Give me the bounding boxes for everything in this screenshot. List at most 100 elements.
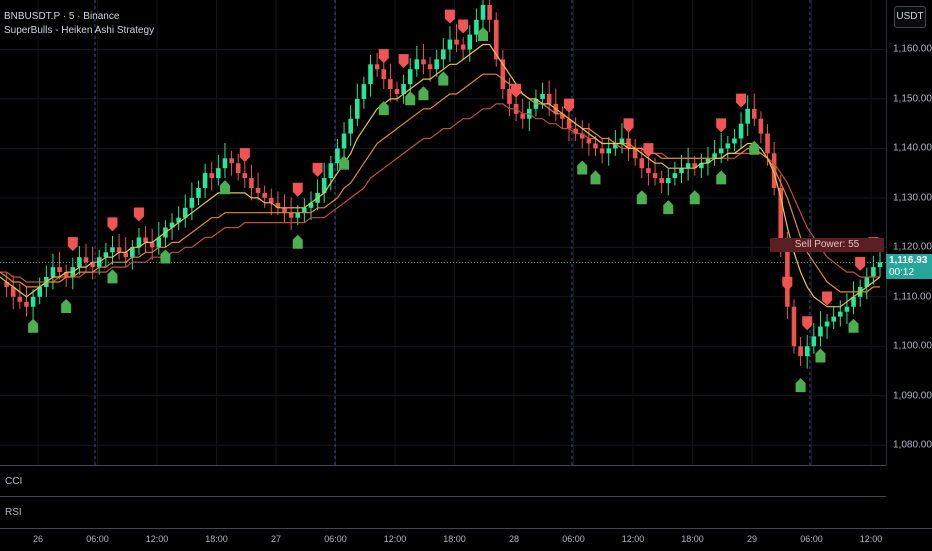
candle-body — [341, 133, 347, 149]
candle-body — [652, 173, 658, 179]
candle-body — [765, 133, 770, 154]
candle-body — [447, 39, 453, 50]
sell-signal-marker — [67, 237, 78, 252]
candle-body — [474, 19, 479, 35]
candle-body — [665, 178, 671, 184]
sell-signal-marker — [855, 256, 866, 271]
candle-body — [718, 148, 724, 154]
buy-signal-marker — [438, 71, 449, 86]
candle-body — [804, 346, 810, 357]
candle-body — [368, 64, 373, 85]
price-axis-label: 1,120.00 — [893, 241, 932, 253]
candle-body — [659, 178, 664, 184]
strategy-title[interactable]: SuperBulls - Heiken Ashi Strategy — [4, 24, 154, 38]
buy-signal-marker — [636, 190, 647, 205]
candle-body — [196, 187, 201, 198]
sell-signal-marker — [107, 217, 118, 232]
sell-signal-marker — [623, 118, 634, 133]
candle-body — [414, 59, 420, 70]
buy-signal-marker — [478, 26, 489, 41]
current-price-tag: 1,116.93 — [886, 254, 932, 267]
buy-signal-marker — [292, 234, 303, 249]
buy-signal-marker — [663, 200, 674, 215]
candle-body — [57, 267, 62, 273]
candle-body — [487, 4, 492, 20]
candle-body — [606, 148, 612, 154]
candle-body — [460, 44, 466, 50]
candle-body — [229, 158, 234, 164]
candle-body — [361, 84, 367, 99]
price-axis-label: 1,150.00 — [893, 93, 932, 105]
time-axis-label: 12:00 — [145, 534, 169, 544]
candle-body — [427, 64, 433, 70]
buy-signal-marker — [815, 348, 826, 363]
candle-body — [586, 138, 592, 144]
candle-body — [811, 336, 817, 347]
cci-pane[interactable]: CCI — [0, 465, 886, 497]
candle-body — [838, 311, 843, 317]
price-axis-label: 1,100.00 — [893, 340, 932, 352]
candle-body — [540, 93, 545, 99]
sell-signal-marker — [239, 148, 250, 163]
symbol-title[interactable]: BNBUSDT.P · 5 · Binance — [4, 10, 154, 24]
candle-body — [328, 163, 334, 179]
candlestick-chart[interactable] — [0, 0, 886, 465]
time-axis-label: 18:00 — [205, 534, 228, 544]
candle-body — [388, 79, 393, 90]
candle-body — [639, 158, 645, 169]
time-axis-label: 06:00 — [562, 534, 585, 544]
candle-body — [302, 207, 307, 213]
time-axis-label: 26 — [32, 534, 44, 544]
candle-body — [116, 247, 122, 253]
candle-body — [354, 98, 360, 119]
rsi-pane[interactable]: RSI — [0, 496, 886, 528]
sell-signal-marker — [312, 162, 323, 177]
candle-body — [593, 143, 598, 149]
time-axis-label: 18:00 — [681, 534, 704, 544]
price-axis-label: 1,160.00 — [893, 43, 932, 55]
candle-body — [288, 212, 294, 218]
buy-signal-marker — [716, 170, 727, 185]
candle-body — [50, 267, 56, 278]
candle-body — [394, 89, 400, 94]
time-axis-label: 28 — [508, 534, 520, 544]
price-axis-label: 1,140.00 — [893, 142, 932, 154]
candle-body — [732, 138, 737, 144]
candle-body — [467, 34, 473, 50]
price-axis[interactable]: 1,160.00 1,150.00 1,140.00 1,130.00 1,120.00… — [886, 0, 932, 465]
candle-body — [295, 212, 301, 218]
chart-legend: BNBUSDT.P · 5 · Binance SuperBulls - Hei… — [4, 10, 154, 38]
candle-body — [222, 158, 228, 169]
candle-body — [255, 187, 261, 193]
candle-body — [546, 93, 552, 104]
candle-body — [348, 118, 353, 134]
buy-signal-marker — [107, 269, 118, 284]
candle-body — [103, 252, 109, 258]
candle-body — [143, 237, 148, 243]
candle-body — [381, 69, 387, 80]
time-axis-label: 06:00 — [86, 534, 109, 544]
buy-signal-marker — [160, 249, 171, 264]
buy-signal-marker — [577, 160, 588, 175]
candle-body — [24, 301, 29, 307]
candle-body — [235, 163, 241, 174]
buy-signal-marker — [418, 86, 429, 101]
candle-body — [149, 242, 155, 248]
candle-body — [249, 178, 254, 188]
sell-signal-marker — [511, 83, 522, 98]
buy-signal-marker — [405, 91, 416, 106]
rsi-label: RSI — [5, 507, 22, 518]
candle-body — [725, 143, 731, 149]
candle-body — [216, 168, 221, 179]
time-axis[interactable]: 26 06:00 12:00 18:00 27 06:00 12:00 18:00 28 06:0… — [0, 528, 932, 551]
candle-body — [30, 296, 36, 307]
candle-body — [824, 321, 830, 327]
buy-signal-marker — [689, 190, 700, 205]
time-axis-label: 12:00 — [859, 534, 883, 544]
candle-body — [507, 89, 512, 104]
price-chart[interactable] — [0, 0, 886, 465]
candle-body — [335, 148, 340, 164]
sell-signal-marker — [782, 276, 793, 291]
candle-body — [202, 173, 208, 188]
candle-body — [454, 39, 459, 45]
